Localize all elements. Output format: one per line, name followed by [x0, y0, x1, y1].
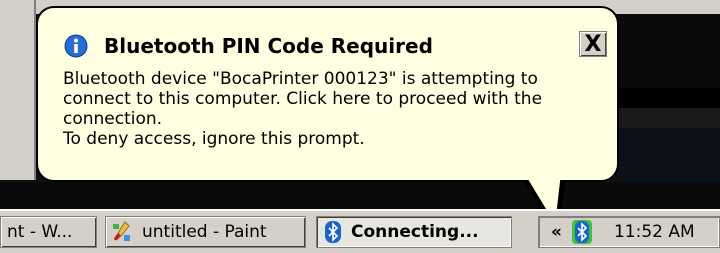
- taskbar-button-label: untitled - Paint: [142, 222, 267, 242]
- show-hidden-icons-button[interactable]: «: [551, 222, 562, 242]
- message-line: To deny access, ignore this prompt.: [63, 129, 365, 149]
- taskbar-button-label: Connecting...: [351, 222, 479, 242]
- balloon-message[interactable]: Bluetooth device "BocaPrinter 000123" is…: [63, 69, 603, 149]
- message-line: connection.: [63, 109, 163, 129]
- clock[interactable]: 11:52 AM: [614, 222, 695, 242]
- paint-icon: [113, 221, 130, 241]
- taskbar-button-label: nt - W...: [7, 222, 73, 242]
- balloon-title: Bluetooth PIN Code Required: [104, 34, 433, 58]
- bluetooth-icon[interactable]: [571, 220, 592, 244]
- system-tray: « 11:52 AM: [538, 216, 720, 248]
- taskbar-button-notepad[interactable]: nt - W...: [0, 216, 97, 248]
- bluetooth-icon: [325, 221, 341, 243]
- taskbar-button-paint[interactable]: untitled - Paint: [105, 216, 306, 248]
- taskbar: nt - W... untitled - Paint Connecting...…: [0, 209, 720, 253]
- close-button[interactable]: X: [579, 31, 607, 57]
- info-icon: [64, 34, 88, 58]
- message-line: connect to this computer. Click here to …: [63, 89, 543, 109]
- background-window-edge: [0, 0, 36, 180]
- taskbar-button-connecting[interactable]: Connecting...: [316, 216, 512, 248]
- message-line: Bluetooth device "BocaPrinter 000123" is…: [63, 69, 538, 89]
